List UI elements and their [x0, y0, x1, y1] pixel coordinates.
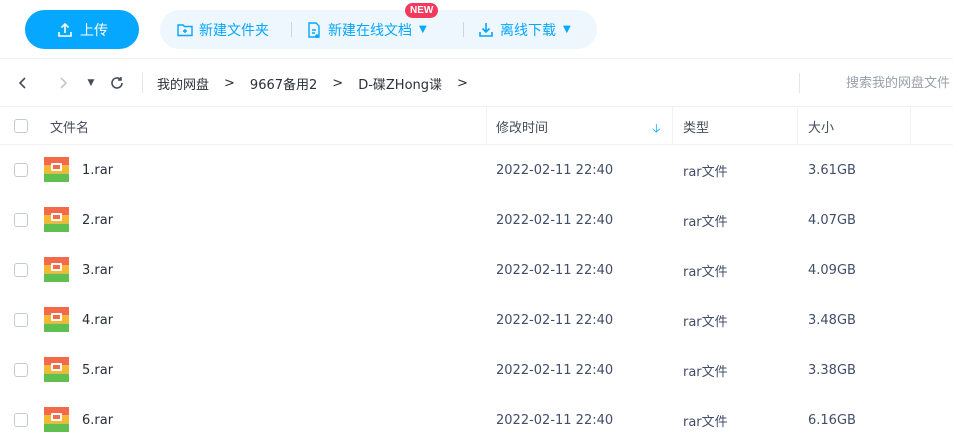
column-header-name[interactable]: 文件名 — [50, 107, 89, 145]
back-button[interactable] — [12, 59, 34, 107]
file-name[interactable]: 4.rar — [82, 295, 113, 345]
forward-button[interactable] — [52, 59, 74, 107]
rar-archive-icon — [44, 207, 69, 232]
column-header-type[interactable]: 类型 — [683, 107, 709, 145]
chevron-right-icon — [60, 77, 68, 89]
file-modified: 2022-02-11 22:40 — [496, 312, 614, 328]
column-divider — [910, 107, 911, 145]
breadcrumb-separator: > — [224, 75, 235, 91]
file-size: 3.48GB — [808, 312, 856, 328]
refresh-button[interactable] — [106, 59, 128, 107]
file-modified: 2022-02-11 22:40 — [496, 412, 614, 428]
table-row[interactable]: 1.rar 2022-02-11 22:40 rar文件 3.61GB — [0, 145, 953, 195]
column-divider — [797, 107, 798, 145]
upload-icon — [58, 22, 72, 37]
rar-archive-icon — [44, 257, 69, 282]
file-name[interactable]: 1.rar — [82, 145, 113, 195]
breadcrumb-item[interactable]: 我的网盘 — [157, 74, 209, 93]
rar-archive-icon — [44, 407, 69, 432]
action-group: 新建文件夹 新建在线文档 ▼ 离线下载 ▼ — [160, 10, 597, 49]
new-online-doc-label: 新建在线文档 — [328, 22, 412, 39]
table-row[interactable]: 6.rar 2022-02-11 22:40 rar文件 6.16GB — [0, 395, 953, 440]
file-name[interactable]: 2.rar — [82, 195, 113, 245]
upload-button[interactable]: 上传 — [25, 10, 139, 49]
file-modified: 2022-02-11 22:40 — [496, 212, 614, 228]
table-row[interactable]: 5.rar 2022-02-11 22:40 rar文件 3.38GB — [0, 345, 953, 395]
file-name[interactable]: 6.rar — [82, 395, 113, 440]
new-folder-icon — [177, 23, 193, 36]
file-modified: 2022-02-11 22:40 — [496, 362, 614, 378]
file-size: 4.09GB — [808, 262, 856, 278]
refresh-icon — [111, 77, 123, 89]
new-badge: NEW — [405, 3, 439, 18]
table-header: 文件名 修改时间 🡣 类型 大小 — [0, 106, 953, 145]
offline-download-button[interactable]: 离线下载 ▼ — [477, 10, 571, 49]
nav-bar: ▼ 我的网盘 > 9667备用2 > D-碟ZHong谍 > — [0, 58, 953, 106]
row-checkbox[interactable] — [14, 413, 28, 427]
file-modified: 2022-02-11 22:40 — [496, 262, 614, 278]
search-input[interactable] — [812, 71, 950, 95]
table-row[interactable]: 2.rar 2022-02-11 22:40 rar文件 4.07GB — [0, 195, 953, 245]
breadcrumb-separator: > — [332, 75, 344, 91]
column-header-modified[interactable]: 修改时间 — [496, 107, 668, 145]
caret-down-icon: ▼ — [419, 24, 427, 35]
column-header-size[interactable]: 大小 — [808, 107, 834, 145]
file-type: rar文件 — [683, 264, 728, 280]
breadcrumb-item[interactable]: D-碟ZHong谍 — [358, 74, 442, 93]
row-checkbox[interactable] — [14, 313, 28, 327]
toolbar-divider — [463, 22, 464, 37]
chevron-left-icon — [18, 77, 26, 89]
new-doc-icon — [308, 21, 320, 38]
row-checkbox[interactable] — [14, 213, 28, 227]
file-size: 4.07GB — [808, 212, 856, 228]
file-size: 3.38GB — [808, 362, 856, 378]
select-all-checkbox[interactable] — [14, 119, 28, 133]
table-row[interactable]: 4.rar 2022-02-11 22:40 rar文件 3.48GB — [0, 295, 953, 345]
row-checkbox[interactable] — [14, 363, 28, 377]
toolbar: 上传 新建文件夹 新建在线文档 ▼ 离线下载 ▼ NEW — [0, 0, 953, 58]
breadcrumb-item[interactable]: 9667备用2 — [250, 74, 317, 93]
sort-desc-icon: 🡣 — [652, 121, 661, 135]
download-icon — [479, 22, 493, 37]
row-checkbox[interactable] — [14, 163, 28, 177]
search-divider — [799, 73, 800, 93]
rar-archive-icon — [44, 357, 69, 382]
offline-download-label: 离线下载 — [500, 22, 556, 39]
new-folder-label: 新建文件夹 — [199, 22, 269, 39]
new-folder-button[interactable]: 新建文件夹 — [176, 10, 269, 49]
breadcrumb-separator: > — [457, 75, 468, 91]
file-size: 6.16GB — [808, 412, 856, 428]
file-type: rar文件 — [683, 164, 728, 180]
toolbar-divider — [291, 22, 292, 37]
column-divider — [672, 107, 673, 145]
column-divider — [486, 107, 487, 145]
file-name[interactable]: 5.rar — [82, 345, 113, 395]
file-modified: 2022-02-11 22:40 — [496, 162, 614, 178]
file-type: rar文件 — [683, 314, 728, 330]
caret-down-icon: ▼ — [87, 78, 95, 88]
file-size: 3.61GB — [808, 162, 856, 178]
row-checkbox[interactable] — [14, 263, 28, 277]
breadcrumb: 我的网盘 > 9667备用2 > D-碟ZHong谍 > — [157, 59, 483, 107]
upload-label: 上传 — [80, 22, 108, 39]
file-name[interactable]: 3.rar — [82, 245, 113, 295]
file-type: rar文件 — [683, 414, 728, 430]
table-row[interactable]: 3.rar 2022-02-11 22:40 rar文件 4.09GB — [0, 245, 953, 295]
caret-down-icon: ▼ — [563, 24, 571, 35]
history-dropdown[interactable]: ▼ — [84, 59, 98, 107]
rar-archive-icon — [44, 157, 69, 182]
nav-divider — [142, 73, 143, 93]
file-type: rar文件 — [683, 364, 728, 380]
file-type: rar文件 — [683, 214, 728, 230]
rar-archive-icon — [44, 307, 69, 332]
